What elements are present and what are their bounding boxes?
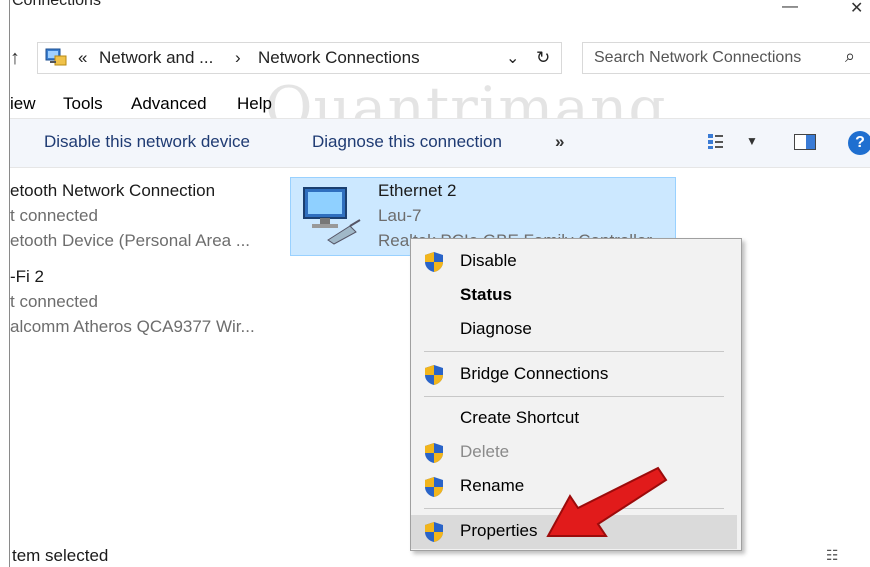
uac-shield-icon xyxy=(425,252,443,272)
menu-separator xyxy=(424,396,724,397)
breadcrumb-network-and[interactable]: Network and ... xyxy=(99,48,213,68)
menu-separator xyxy=(424,351,724,352)
window-title: Connections xyxy=(12,0,101,9)
item-wifi-name[interactable]: -Fi 2 xyxy=(10,267,44,287)
uac-shield-icon xyxy=(425,443,443,463)
item-bluetooth-name[interactable]: etooth Network Connection xyxy=(10,181,215,201)
annotation-arrow-icon xyxy=(546,466,668,537)
item-wifi-status: t connected xyxy=(10,292,98,311)
item-wifi-device: alcomm Atheros QCA9377 Wir... xyxy=(10,317,255,336)
menu-item-bridge[interactable]: Bridge Connections xyxy=(460,364,608,384)
menu-item-delete[interactable]: Delete xyxy=(460,442,509,462)
close-button[interactable]: ✕ xyxy=(850,0,863,18)
disable-device-button[interactable]: Disable this network device xyxy=(44,132,250,152)
menu-help[interactable]: Help xyxy=(237,94,272,114)
menu-item-create-shortcut[interactable]: Create Shortcut xyxy=(460,408,579,428)
ethernet-adapter-icon xyxy=(303,187,361,245)
menu-advanced[interactable]: Advanced xyxy=(131,94,207,114)
up-arrow-icon[interactable]: ↑ xyxy=(10,47,20,70)
uac-shield-icon xyxy=(425,522,443,542)
network-folder-icon xyxy=(45,48,67,66)
diagnose-connection-button[interactable]: Diagnose this connection xyxy=(312,132,502,152)
status-bar-text: tem selected xyxy=(12,546,109,565)
breadcrumb-overflow[interactable]: « xyxy=(78,48,87,68)
item-bluetooth-device: etooth Device (Personal Area ... xyxy=(10,231,251,250)
menu-item-properties[interactable]: Properties xyxy=(460,521,537,541)
change-view-icon[interactable] xyxy=(707,132,725,150)
search-placeholder: Search Network Connections xyxy=(594,49,802,66)
item-bluetooth-status: t connected xyxy=(10,206,98,225)
selected-item-name: Ethernet 2 xyxy=(378,181,457,200)
breadcrumb-separator: › xyxy=(235,48,241,67)
help-icon[interactable]: ? xyxy=(848,131,870,155)
selected-item-status: Lau-7 xyxy=(378,206,422,225)
menu-item-rename[interactable]: Rename xyxy=(460,476,524,496)
more-commands-button[interactable]: » xyxy=(555,132,564,152)
minimize-button[interactable]: — xyxy=(782,0,798,16)
uac-shield-icon xyxy=(425,477,443,497)
menu-item-diagnose[interactable]: Diagnose xyxy=(460,319,532,339)
preview-pane-icon[interactable] xyxy=(794,134,816,150)
uac-shield-icon xyxy=(425,365,443,385)
search-icon[interactable]: ⌕ xyxy=(845,46,855,67)
breadcrumb-network-connections[interactable]: Network Connections xyxy=(258,48,420,68)
details-view-icon[interactable]: ☷ xyxy=(826,547,839,564)
menu-item-status[interactable]: Status xyxy=(460,285,512,305)
view-dropdown-icon[interactable]: ▼ xyxy=(746,134,758,148)
address-dropdown-icon[interactable]: ⌄ xyxy=(506,48,519,68)
refresh-icon[interactable]: ↻ xyxy=(536,48,550,68)
menu-view[interactable]: iew xyxy=(10,94,36,114)
menu-item-disable[interactable]: Disable xyxy=(460,251,517,271)
menu-tools[interactable]: Tools xyxy=(63,94,103,114)
